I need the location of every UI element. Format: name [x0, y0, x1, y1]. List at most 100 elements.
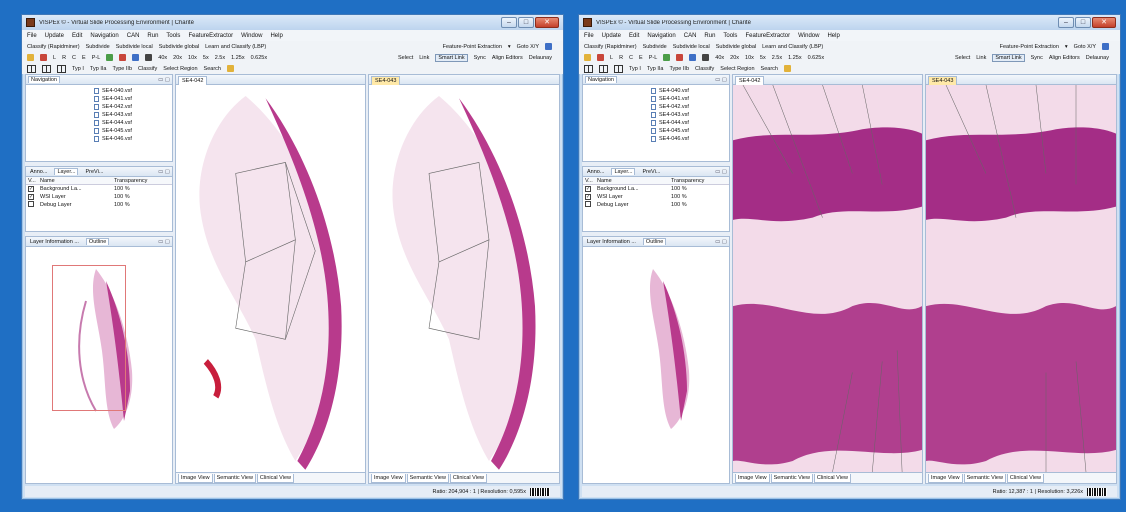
tab-image-view[interactable]: Image View [371, 474, 406, 483]
menu-featureextractor[interactable]: FeatureExtractor [745, 33, 790, 39]
list-item[interactable]: SE4-046.vsf [651, 135, 729, 143]
menu-run[interactable]: Run [704, 33, 715, 39]
classify-button[interactable]: Classify [138, 66, 157, 72]
type-iib-button[interactable]: Type IIb [112, 66, 132, 72]
menu-navigation[interactable]: Navigation [90, 33, 118, 39]
zoom-0-625x[interactable]: 0.625x [251, 55, 268, 61]
list-item[interactable]: SE4-043.vsf [651, 111, 729, 119]
slide-view[interactable] [369, 85, 559, 472]
select-region-button[interactable]: Select Region [720, 66, 754, 72]
menu-featureextractor[interactable]: FeatureExtractor [188, 33, 233, 39]
delaunay-button[interactable]: Delaunay [529, 55, 552, 61]
tab-navigation[interactable]: Navigation [585, 76, 617, 83]
tab-image-view[interactable]: Image View [735, 474, 770, 483]
select-region-button[interactable]: Select Region [163, 66, 197, 72]
sync-button[interactable]: Sync [1031, 55, 1043, 61]
menu-update[interactable]: Update [602, 33, 621, 39]
star-icon[interactable] [783, 65, 791, 72]
tab-layers[interactable]: Layer... [54, 168, 79, 175]
grid-2-icon[interactable] [599, 64, 608, 73]
list-item[interactable]: SE4-041.vsf [94, 95, 172, 103]
save-icon[interactable] [545, 43, 552, 50]
sync-button[interactable]: Sync [474, 55, 486, 61]
chevron-down-icon[interactable]: ▾ [1065, 44, 1068, 50]
menu-can[interactable]: CAN [127, 33, 140, 39]
goto-xy-button[interactable]: Goto X/Y [517, 44, 539, 50]
checkbox[interactable] [585, 201, 591, 207]
minimize-button[interactable]: – [1058, 17, 1074, 28]
list-item[interactable]: SE4-040.vsf [651, 87, 729, 95]
menu-update[interactable]: Update [45, 33, 64, 39]
table-row[interactable]: Debug Layer 100 % [26, 201, 172, 209]
slide-view-zoomed[interactable] [733, 85, 922, 472]
tool-l[interactable]: L [53, 55, 56, 61]
learn-classify-button[interactable]: Learn and Classify (LBP) [205, 44, 266, 50]
grid-2-icon[interactable] [42, 64, 51, 73]
panel-controls-icon[interactable]: ▭ ▢ [158, 239, 170, 245]
zoom-5x[interactable]: 5x [760, 55, 766, 61]
goto-xy-button[interactable]: Goto X/Y [1074, 44, 1096, 50]
link-button[interactable]: Link [419, 55, 429, 61]
pointer-icon[interactable] [584, 54, 591, 61]
tab-annotations[interactable]: Anno... [585, 169, 606, 175]
type-i-button[interactable]: Typ I [72, 66, 84, 72]
zoom-1-25x[interactable]: 1.25x [788, 55, 801, 61]
title-bar[interactable]: VISPEx © - Virtual Slide Processing Envi… [22, 15, 563, 30]
tab-preview[interactable]: PreVi... [640, 169, 662, 175]
subdivide-global-button[interactable]: Subdivide global [159, 44, 199, 50]
slide-view[interactable] [176, 85, 365, 472]
panel-controls-icon[interactable]: ▭ ▢ [158, 77, 170, 83]
tab-clinical-view[interactable]: Clinical View [256, 474, 294, 483]
list-item[interactable]: SE4-044.vsf [94, 119, 172, 127]
delaunay-button[interactable]: Delaunay [1086, 55, 1109, 61]
pen-icon[interactable] [40, 54, 47, 61]
slide-view-zoomed[interactable] [926, 85, 1116, 472]
align-editors-button[interactable]: Align Editors [492, 55, 523, 61]
list-item[interactable]: SE4-040.vsf [94, 87, 172, 95]
settings-icon[interactable] [702, 54, 710, 61]
type-iia-button[interactable]: Typ IIa [647, 66, 664, 72]
tab-image-view[interactable]: Image View [928, 474, 963, 483]
select-rect-icon[interactable] [132, 54, 140, 61]
list-item[interactable]: SE4-045.vsf [651, 127, 729, 135]
zoom-1-25x[interactable]: 1.25x [231, 55, 244, 61]
list-item[interactable]: SE4-044.vsf [651, 119, 729, 127]
zoom-40x[interactable]: 40x [158, 55, 167, 61]
menu-file[interactable]: File [27, 33, 37, 39]
tool-r[interactable]: R [62, 55, 66, 61]
chevron-down-icon[interactable]: ▾ [508, 44, 511, 50]
classify-button[interactable]: Classify [695, 66, 714, 72]
tool-pl[interactable]: P-L [649, 55, 658, 61]
menu-tools[interactable]: Tools [166, 33, 180, 39]
checkbox[interactable]: ✓ [585, 194, 591, 200]
tab-preview[interactable]: PreVi... [83, 169, 105, 175]
smart-link-button[interactable]: Smart Link [992, 53, 1025, 62]
marker-icon[interactable] [676, 54, 684, 61]
slide-image-zoomed[interactable] [926, 85, 1116, 472]
tab-clinical-view[interactable]: Clinical View [813, 474, 851, 483]
grid-1-icon[interactable] [584, 64, 593, 73]
pen-icon[interactable] [597, 54, 604, 61]
checkbox[interactable]: ✓ [28, 194, 34, 200]
save-icon[interactable] [1102, 43, 1109, 50]
tab-outline[interactable]: Outline [642, 238, 667, 245]
settings-icon[interactable] [145, 54, 153, 61]
select-button[interactable]: Select [398, 55, 413, 61]
menu-can[interactable]: CAN [684, 33, 697, 39]
tab-semantic-view[interactable]: Semantic View [770, 474, 813, 483]
menu-navigation[interactable]: Navigation [647, 33, 675, 39]
grid-4-icon[interactable] [614, 64, 623, 73]
tab-annotations[interactable]: Anno... [28, 169, 49, 175]
menu-window[interactable]: Window [241, 33, 262, 39]
type-iib-button[interactable]: Type IIb [669, 66, 689, 72]
table-row[interactable]: ✓ Background La... 100 % [26, 185, 172, 193]
menu-help[interactable]: Help [270, 33, 282, 39]
menu-help[interactable]: Help [827, 33, 839, 39]
tab-navigation[interactable]: Navigation [28, 76, 60, 83]
menu-edit[interactable]: Edit [629, 33, 639, 39]
tool-c[interactable]: C [629, 55, 633, 61]
tab-outline[interactable]: Outline [85, 238, 110, 245]
tab-clinical-view[interactable]: Clinical View [449, 474, 487, 483]
tab-semantic-view[interactable]: Semantic View [213, 474, 256, 483]
grid-4-icon[interactable] [57, 64, 66, 73]
